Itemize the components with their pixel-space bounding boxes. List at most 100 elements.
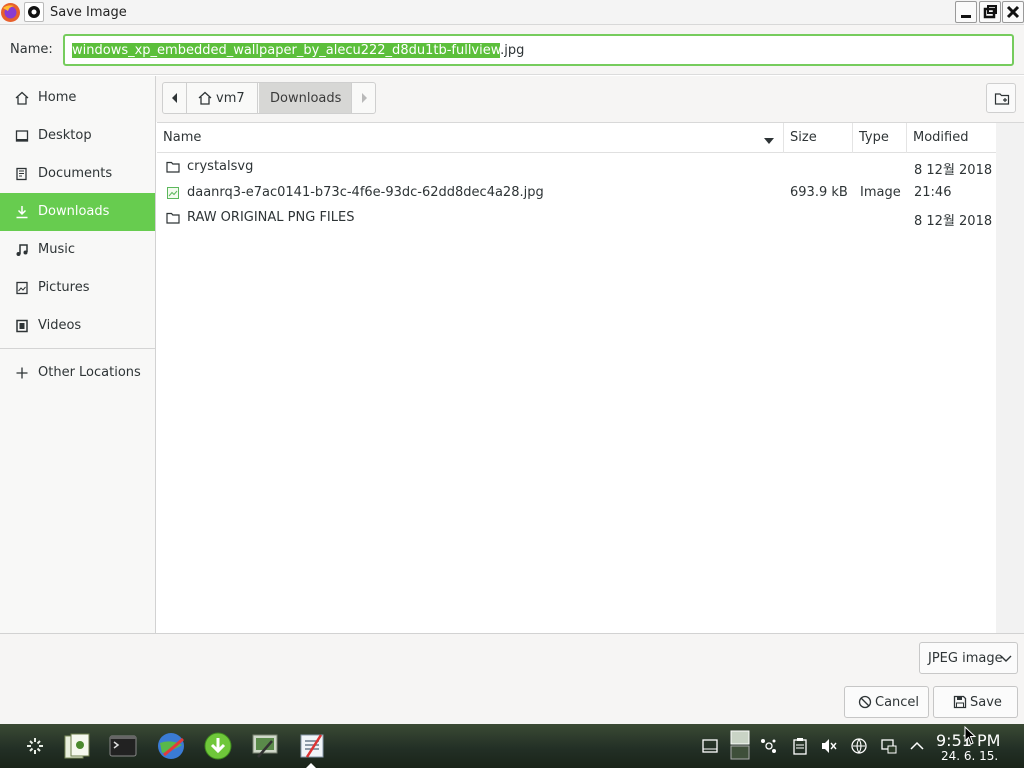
minimize-button[interactable] [955, 1, 977, 23]
window-menu-button[interactable] [24, 2, 44, 22]
clipboard-icon[interactable] [791, 737, 809, 755]
column-header-size[interactable]: Size [784, 123, 853, 153]
name-label: Name: [10, 42, 53, 57]
sidebar-item-other-locations[interactable]: Other Locations [0, 354, 155, 392]
file-type-dropdown[interactable]: JPEG image [919, 642, 1018, 674]
column-name-label: Name [163, 130, 202, 145]
sidebar-item-label: Home [38, 90, 77, 105]
title-bar: Save Image [0, 0, 1024, 25]
sidebar-separator [0, 348, 155, 349]
system-settings-icon[interactable] [250, 731, 280, 761]
window-title: Save Image [50, 5, 127, 20]
sidebar-item-music[interactable]: Music [0, 231, 155, 269]
sort-descending-icon [764, 134, 774, 149]
save-button[interactable]: Save [933, 686, 1018, 718]
close-button[interactable] [1002, 1, 1024, 23]
file-name: RAW ORIGINAL PNG FILES [187, 210, 355, 225]
file-modified: 8 12월 2018 [914, 163, 993, 178]
breadcrumb-home-label: vm7 [216, 91, 245, 106]
table-row[interactable]: RAW ORIGINAL PNG FILES 8 12월 2018 [157, 205, 996, 231]
path-forward-button[interactable] [351, 83, 375, 113]
column-size-label: Size [790, 130, 817, 145]
show-desktop-icon[interactable] [701, 737, 719, 755]
sidebar-item-documents[interactable]: Documents [0, 155, 155, 193]
active-app-indicator [306, 763, 316, 768]
browser-globe-icon[interactable] [156, 731, 186, 761]
sidebar-item-label: Other Locations [38, 365, 141, 380]
volume-muted-icon[interactable] [820, 737, 838, 755]
column-header-modified[interactable]: Modified [907, 123, 996, 153]
maximize-button[interactable] [979, 1, 1001, 23]
pictures-icon [15, 281, 29, 295]
places-sidebar: Home Desktop Documents Downloads Music P… [0, 76, 156, 633]
filename-input[interactable]: windows_xp_embedded_wallpaper_by_alecu22… [63, 34, 1014, 66]
sidebar-item-label: Documents [38, 166, 113, 181]
table-row[interactable]: daanrq3-e7ac0141-b73c-4f6e-93dc-62dd8dec… [157, 180, 996, 206]
sidebar-item-pictures[interactable]: Pictures [0, 269, 155, 307]
sidebar-item-label: Desktop [38, 128, 92, 143]
filename-selected-text: windows_xp_embedded_wallpaper_by_alecu22… [72, 43, 501, 58]
dialog-action-bar: JPEG image Cancel Save [0, 633, 1024, 724]
sidebar-item-label: Music [38, 242, 75, 257]
home-icon [198, 91, 212, 109]
image-file-icon [166, 186, 180, 200]
sidebar-item-home[interactable]: Home [0, 79, 155, 117]
card-game-icon[interactable] [62, 731, 92, 761]
plus-icon [15, 366, 29, 380]
globe-network-icon[interactable] [850, 737, 868, 755]
sidebar-item-videos[interactable]: Videos [0, 307, 155, 345]
path-back-button[interactable] [163, 83, 187, 113]
documents-icon [15, 167, 29, 181]
workspace-switcher-icon[interactable] [730, 730, 750, 760]
new-folder-icon [994, 91, 1010, 111]
path-bar: vm7 Downloads [156, 76, 1024, 122]
save-label: Save [970, 695, 1002, 710]
folder-icon [166, 160, 180, 174]
terminal-icon[interactable] [108, 731, 138, 761]
download-manager-icon[interactable] [203, 731, 233, 761]
file-size: 693.9 kB [790, 185, 848, 200]
file-type: Image [860, 185, 901, 200]
text-editor-icon[interactable] [297, 731, 327, 761]
music-icon [15, 243, 29, 257]
filename-extension: .jpg [500, 43, 525, 58]
videos-icon [15, 319, 29, 333]
folder-icon [166, 211, 180, 225]
file-type-label: JPEG image [928, 651, 1003, 666]
file-name: daanrq3-e7ac0141-b73c-4f6e-93dc-62dd8dec… [187, 185, 544, 200]
breadcrumb-current-label: Downloads [270, 91, 342, 106]
tray-expand-icon[interactable] [908, 737, 926, 755]
column-header-type[interactable]: Type [853, 123, 907, 153]
file-name: crystalsvg [187, 159, 254, 174]
save-icon [953, 695, 967, 709]
table-row[interactable]: crystalsvg 8 12월 2018 [157, 154, 996, 180]
file-modified: 21:46 [914, 185, 952, 200]
breadcrumb-downloads[interactable]: Downloads [259, 83, 351, 113]
sidebar-item-desktop[interactable]: Desktop [0, 117, 155, 155]
sidebar-item-label: Pictures [38, 280, 90, 295]
mouse-cursor-icon [964, 725, 978, 750]
wired-network-icon[interactable] [880, 737, 898, 755]
home-icon [15, 91, 29, 105]
new-folder-button[interactable] [986, 83, 1016, 113]
desktop-icon [15, 129, 29, 143]
column-type-label: Type [859, 130, 889, 145]
breadcrumb-home[interactable]: vm7 [188, 83, 258, 113]
list-header: Name Size Type Modified [157, 123, 996, 153]
app-launcher-icon[interactable] [20, 731, 50, 761]
taskbar: 9:51 PM 24. 6. 15. [0, 724, 1024, 768]
cancel-button[interactable]: Cancel [844, 686, 929, 718]
sidebar-item-label: Downloads [38, 204, 110, 219]
firefox-icon [0, 2, 21, 23]
clock-date[interactable]: 24. 6. 15. [941, 749, 998, 763]
sidebar-item-label: Videos [38, 318, 82, 333]
downloads-icon [15, 205, 29, 219]
file-list: Name Size Type Modified crystalsvg 8 12월… [157, 122, 1024, 634]
scrollbar-track[interactable] [996, 123, 1024, 634]
column-modified-label: Modified [913, 130, 969, 145]
network-share-icon[interactable] [760, 737, 778, 755]
breadcrumb: vm7 Downloads [162, 82, 376, 114]
sidebar-item-downloads[interactable]: Downloads [0, 193, 155, 231]
column-header-name[interactable]: Name [157, 123, 784, 153]
file-modified: 8 12월 2018 [914, 214, 993, 229]
